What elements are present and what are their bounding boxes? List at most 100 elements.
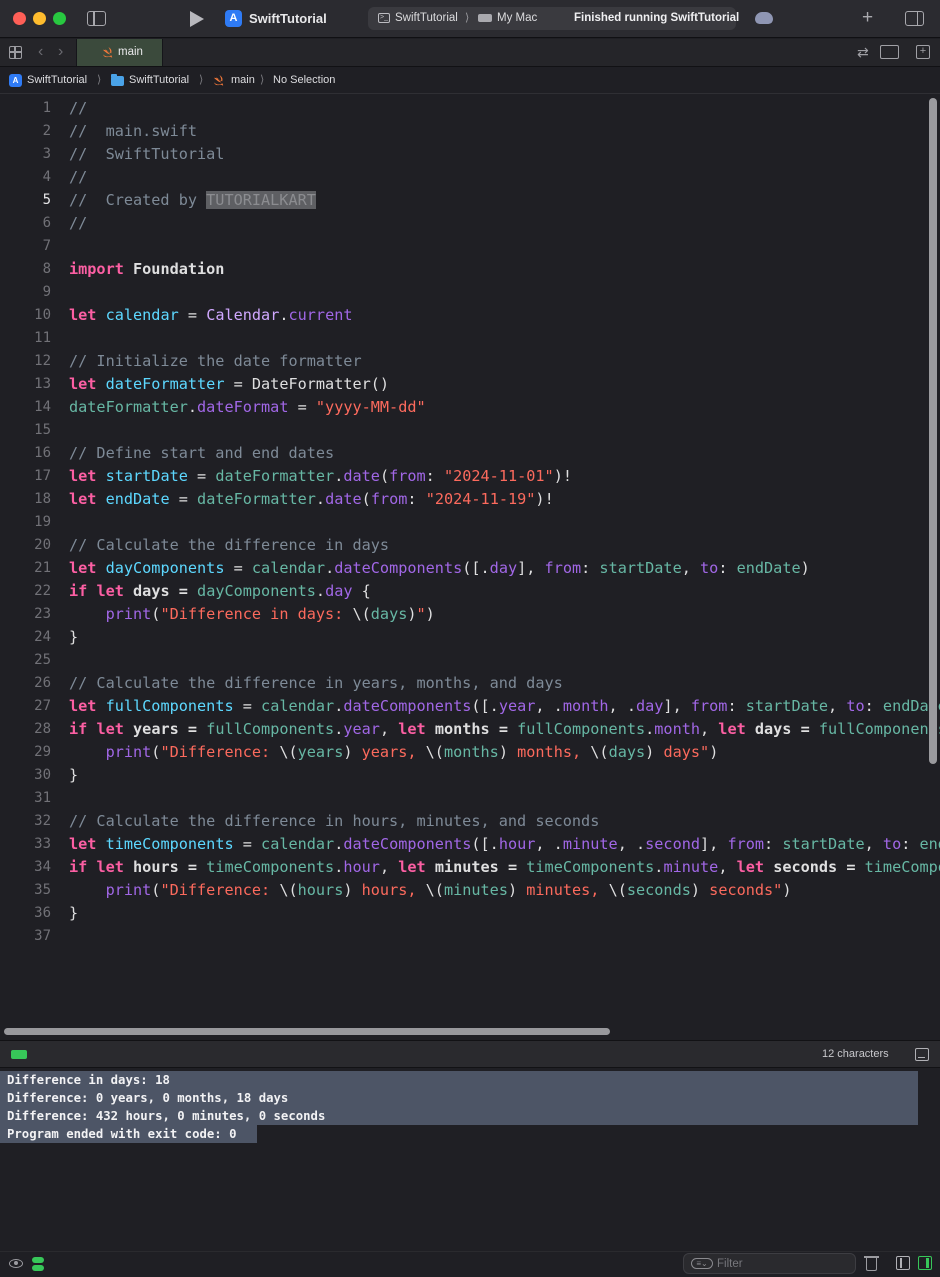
code-line[interactable]: 32 // Calculate the difference in hours, … <box>0 810 940 833</box>
code-line[interactable]: 3 // SwiftTutorial <box>0 143 940 166</box>
debug-bar: 12 characters <box>0 1040 940 1068</box>
breadcrumb-project[interactable]: SwiftTutorial <box>27 74 87 86</box>
minimize-window-button[interactable] <box>33 12 46 25</box>
chevron-right-icon[interactable]: › <box>58 43 63 61</box>
code-line[interactable]: 16 // Define start and end dates <box>0 442 940 465</box>
breadcrumb-file-icon-wrap <box>213 74 226 87</box>
code-token: dateFormatter <box>197 490 316 508</box>
code-line[interactable]: 20 // Calculate the difference in days <box>0 534 940 557</box>
cloud-status-icon[interactable] <box>755 12 773 24</box>
code-line[interactable]: 1 // <box>0 97 940 120</box>
code-line[interactable]: 11 <box>0 327 940 350</box>
code-line[interactable]: 33 let timeComponents = calendar.dateComp… <box>0 833 940 856</box>
code-token: "Difference in days: <box>160 605 353 623</box>
code-line[interactable]: 14 dateFormatter.dateFormat = "yyyy-MM-dd… <box>0 396 940 419</box>
code-line[interactable]: 37 <box>0 925 940 948</box>
code-token: let <box>69 375 97 393</box>
code-line[interactable]: 24} <box>0 626 940 649</box>
chevron-right-icon: ⟩ <box>199 74 204 86</box>
code-line[interactable]: 19 <box>0 511 940 534</box>
zoom-window-button[interactable] <box>53 12 66 25</box>
code-editor[interactable]: 1 // 2 // main.swift 3 // SwiftTutorial 4 // 5 //… <box>0 95 940 1025</box>
horizontal-scrollbar[interactable] <box>4 1028 610 1035</box>
code-line[interactable]: 22 if let days = dayComponents.day { <box>0 580 940 603</box>
trash-icon[interactable] <box>864 1256 879 1271</box>
code-text: let dayComponents = calendar.dateCompone… <box>69 557 810 580</box>
tab-main[interactable]: main <box>76 39 163 66</box>
code-line[interactable]: 34 if let hours = timeComponents.hour, le… <box>0 856 940 879</box>
vertical-scrollbar[interactable] <box>929 98 937 764</box>
scheme-destination[interactable]: My Mac <box>497 12 537 24</box>
show-variables-icon[interactable] <box>896 1256 910 1270</box>
code-token: startDate <box>599 559 682 577</box>
chevron-left-icon[interactable]: ‹ <box>38 43 43 61</box>
code-line[interactable]: 13 let dateFormatter = DateFormatter() <box>0 373 940 396</box>
code-token: , . <box>535 697 563 715</box>
navigator-toggle-icon[interactable] <box>87 11 106 26</box>
line-number: 23 <box>34 606 51 622</box>
code-line[interactable]: 4 // <box>0 166 940 189</box>
code-line[interactable]: 15 <box>0 419 940 442</box>
console-filter[interactable]: ≡⌄ <box>683 1253 856 1274</box>
eye-icon[interactable] <box>9 1259 23 1268</box>
code-line[interactable]: 17 let startDate = dateFormatter.date(fro… <box>0 465 940 488</box>
chevron-right-icon: ⟩ <box>465 12 470 24</box>
code-text: // <box>69 166 87 189</box>
swap-arrows-icon[interactable]: ⇄ <box>857 44 869 61</box>
code-token: : <box>864 697 883 715</box>
code-text: dateFormatter.dateFormat = "yyyy-MM-dd" <box>69 396 426 419</box>
code-token: let <box>96 858 124 876</box>
code-line[interactable]: 7 <box>0 235 940 258</box>
close-window-button[interactable] <box>13 12 26 25</box>
plus-icon[interactable]: + <box>862 8 873 28</box>
breadcrumb-file[interactable]: main <box>231 74 255 86</box>
code-line[interactable]: 21 let dayComponents = calendar.dateCompo… <box>0 557 940 580</box>
code-token: days = <box>123 582 198 600</box>
code-line[interactable]: 2 // main.swift <box>0 120 940 143</box>
code-token: let <box>736 858 765 876</box>
code-line[interactable]: 25 <box>0 649 940 672</box>
code-line[interactable]: 10 let calendar = Calendar.current <box>0 304 940 327</box>
code-token: hour <box>498 835 536 853</box>
add-editor-icon[interactable]: + <box>916 45 930 59</box>
code-line[interactable]: 26 // Calculate the difference in years, … <box>0 672 940 695</box>
code-line[interactable]: 23 print("Difference in days: \(days)") <box>0 603 940 626</box>
code-line[interactable]: 35 print("Difference: \(hours) hours, \(… <box>0 879 940 902</box>
breadcrumb-selection[interactable]: No Selection <box>273 74 335 86</box>
run-button-icon[interactable] <box>190 11 204 27</box>
code-token: // Created by <box>69 191 207 209</box>
code-token: let <box>96 720 124 738</box>
code-line[interactable]: 12 // Initialize the date formatter <box>0 350 940 373</box>
adjust-editor-options-icon[interactable] <box>880 45 899 59</box>
code-line[interactable]: 6 // <box>0 212 940 235</box>
code-line[interactable]: 36} <box>0 902 940 925</box>
code-token: year <box>343 720 380 738</box>
code-line[interactable]: 5 // Created by TUTORIALKART <box>0 189 940 212</box>
code-line[interactable]: 9 <box>0 281 940 304</box>
code-text: import Foundation <box>69 258 224 281</box>
code-line[interactable]: 28 if let years = fullComponents.year, le… <box>0 718 940 741</box>
breadcrumb-folder[interactable]: SwiftTutorial <box>129 74 189 86</box>
show-console-icon[interactable] <box>918 1256 932 1270</box>
console-output[interactable]: Difference in days: 18 Difference: 0 yea… <box>0 1069 940 1251</box>
code-line[interactable]: 27 let fullComponents = calendar.dateComp… <box>0 695 940 718</box>
code-token: from <box>389 467 426 485</box>
code-line[interactable]: 30} <box>0 764 940 787</box>
code-line[interactable]: 31 <box>0 787 940 810</box>
code-text: // Calculate the difference in hours, mi… <box>69 810 599 833</box>
related-items-grid-icon[interactable] <box>9 46 22 59</box>
code-line[interactable]: 29 print("Difference: \(years) years, \(… <box>0 741 940 764</box>
inspector-toggle-icon[interactable] <box>905 11 924 26</box>
code-token: import <box>69 260 124 278</box>
filter-input[interactable] <box>717 1256 847 1272</box>
code-token: startDate <box>105 467 188 485</box>
console-toggle-icon[interactable] <box>915 1048 929 1061</box>
code-token: months = <box>425 720 518 738</box>
code-line[interactable]: 8 import Foundation <box>0 258 940 281</box>
filter-options-icon[interactable]: ≡⌄ <box>691 1258 713 1269</box>
variables-view-toggle-icon[interactable] <box>32 1257 44 1272</box>
code-token: "2024-11-19" <box>425 490 536 508</box>
code-line[interactable]: 18 let endDate = dateFormatter.date(from:… <box>0 488 940 511</box>
scheme-target[interactable]: SwiftTutorial <box>395 12 458 24</box>
